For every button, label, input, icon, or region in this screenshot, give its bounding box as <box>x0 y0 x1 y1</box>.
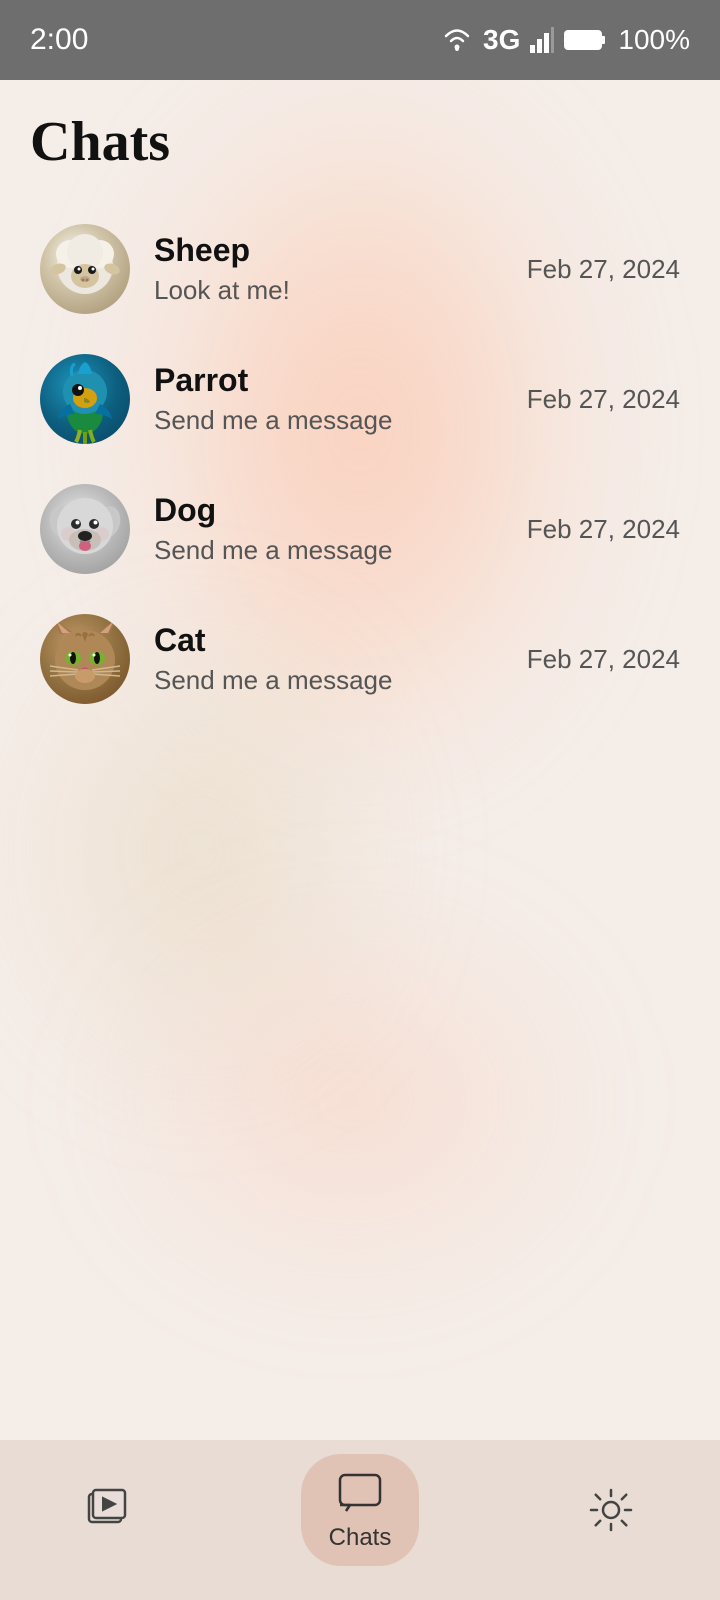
chat-preview-sheep: Look at me! <box>154 275 517 306</box>
chat-icon <box>336 1469 384 1517</box>
avatar-sheep <box>40 224 130 314</box>
chat-preview-cat: Send me a message <box>154 665 517 696</box>
chats-nav-label: Chats <box>329 1524 392 1552</box>
chat-date-parrot: Feb 27, 2024 <box>527 384 680 415</box>
nav-item-chats[interactable]: Chats <box>271 1444 450 1576</box>
wifi-icon <box>441 27 473 53</box>
chat-item-parrot[interactable]: Parrot Send me a message Feb 27, 2024 <box>30 334 690 464</box>
chat-item-cat[interactable]: Cat Send me a message Feb 27, 2024 <box>30 594 690 724</box>
media-icon <box>85 1486 133 1534</box>
cat-avatar-svg <box>40 614 130 704</box>
chat-name-cat: Cat <box>154 622 517 659</box>
chat-name-sheep: Sheep <box>154 232 517 269</box>
chat-preview-parrot: Send me a message <box>154 405 517 436</box>
chat-name-parrot: Parrot <box>154 362 517 399</box>
avatar-dog <box>40 484 130 574</box>
bottom-nav: Chats <box>0 1440 720 1600</box>
nav-item-media[interactable] <box>54 1475 164 1545</box>
page-title: Chats <box>30 110 690 174</box>
chat-item-dog[interactable]: Dog Send me a message Feb 27, 2024 <box>30 464 690 594</box>
chats-nav-active-bg: Chats <box>301 1454 420 1566</box>
dog-avatar-svg <box>40 484 130 574</box>
chats-nav-icon <box>335 1468 385 1518</box>
chat-list: Sheep Look at me! Feb 27, 2024 <box>30 204 690 724</box>
signal-icon <box>530 27 554 53</box>
battery-icon <box>564 27 608 53</box>
chat-preview-dog: Send me a message <box>154 535 517 566</box>
battery-label: 100% <box>618 24 690 56</box>
chat-info-dog: Dog Send me a message <box>154 492 517 566</box>
bg-decoration-3 <box>100 900 600 1300</box>
sheep-avatar-svg <box>40 224 130 314</box>
avatar-cat <box>40 614 130 704</box>
chat-item-sheep[interactable]: Sheep Look at me! Feb 27, 2024 <box>30 204 690 334</box>
parrot-avatar-svg <box>40 354 130 444</box>
avatar-parrot <box>40 354 130 444</box>
status-time: 2:00 <box>30 23 88 57</box>
chat-date-dog: Feb 27, 2024 <box>527 514 680 545</box>
main-content: Chats <box>0 80 720 724</box>
chat-date-cat: Feb 27, 2024 <box>527 644 680 675</box>
settings-nav-icon <box>586 1485 636 1535</box>
chat-info-parrot: Parrot Send me a message <box>154 362 517 436</box>
status-bar: 2:00 3G 100% <box>0 0 720 80</box>
status-icons: 3G 100% <box>441 24 690 56</box>
settings-icon <box>587 1486 635 1534</box>
chat-name-dog: Dog <box>154 492 517 529</box>
media-nav-icon <box>84 1485 134 1535</box>
nav-item-settings[interactable] <box>556 1475 666 1545</box>
chat-date-sheep: Feb 27, 2024 <box>527 254 680 285</box>
network-label: 3G <box>483 24 520 56</box>
chat-info-cat: Cat Send me a message <box>154 622 517 696</box>
chat-info-sheep: Sheep Look at me! <box>154 232 517 306</box>
